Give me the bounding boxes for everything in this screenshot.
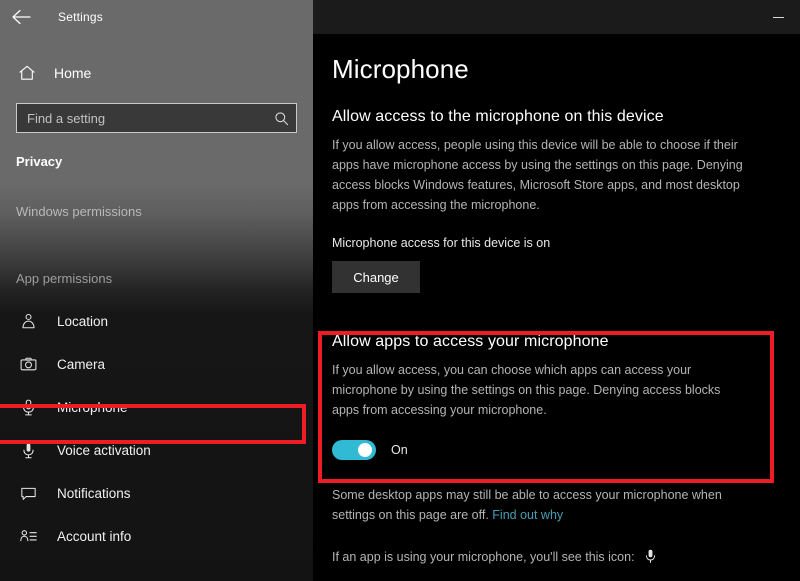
sidebar-item-label: Location (57, 314, 108, 329)
title-bar-left: Settings (0, 0, 313, 34)
device-access-status: Microphone access for this device is on (332, 236, 800, 250)
search-icon[interactable] (270, 104, 296, 132)
icon-note-text: If an app is using your microphone, you'… (332, 550, 635, 564)
find-out-why-link[interactable]: Find out why (492, 508, 563, 522)
minimize-button[interactable] (756, 0, 800, 34)
window-controls (756, 0, 800, 34)
allow-apps-description: If you allow access, you can choose whic… (332, 360, 744, 420)
sidebar-item-home[interactable]: Home (0, 56, 313, 90)
window-title: Settings (58, 10, 103, 24)
allow-apps-toggle-row: On (332, 440, 800, 460)
sidebar-item-label: Account info (57, 529, 131, 544)
sidebar-item-label: Notifications (57, 486, 131, 501)
sidebar-item-voice-activation[interactable]: Voice activation (0, 429, 313, 472)
device-access-heading: Allow access to the microphone on this d… (332, 108, 800, 126)
sidebar-item-microphone[interactable]: Microphone (0, 386, 313, 429)
main-content: Microphone Allow access to the microphon… (313, 34, 800, 581)
sidebar-item-label: Voice activation (57, 443, 151, 458)
minimize-icon (773, 17, 784, 18)
voice-wave-icon (16, 439, 40, 463)
sidebar: Home Privacy Windows permissions App per… (0, 34, 313, 581)
microphone-icon (643, 548, 658, 565)
camera-icon (16, 353, 40, 377)
sidebar-item-location[interactable]: Location (0, 300, 313, 343)
sidebar-group-windows-permissions[interactable]: Windows permissions (0, 204, 313, 219)
change-button[interactable]: Change (332, 261, 420, 293)
sidebar-nav-list: Location Camera (0, 300, 313, 558)
icon-note: If an app is using your microphone, you'… (332, 548, 800, 565)
device-access-description: If you allow access, people using this d… (332, 135, 744, 215)
sidebar-item-account-info[interactable]: Account info (0, 515, 313, 558)
allow-apps-heading: Allow apps to access your microphone (332, 333, 800, 351)
toggle-knob (358, 443, 372, 457)
home-icon (16, 62, 38, 84)
page-title: Microphone (332, 54, 800, 85)
sidebar-category-title: Privacy (0, 154, 313, 169)
title-bar: Settings (0, 0, 800, 34)
desktop-apps-footnote: Some desktop apps may still be able to a… (332, 485, 752, 525)
sidebar-item-label: Microphone (57, 400, 128, 415)
account-info-icon (16, 525, 40, 549)
home-label: Home (54, 65, 91, 81)
allow-apps-section: Allow apps to access your microphone If … (332, 333, 800, 460)
sidebar-item-notifications[interactable]: Notifications (0, 472, 313, 515)
settings-window: Settings Home P (0, 0, 800, 581)
sidebar-item-camera[interactable]: Camera (0, 343, 313, 386)
notification-icon (16, 482, 40, 506)
allow-apps-toggle[interactable] (332, 440, 376, 460)
back-arrow-icon[interactable] (0, 0, 42, 34)
allow-apps-toggle-label: On (391, 443, 408, 457)
search-input[interactable] (17, 104, 270, 132)
search-box[interactable] (16, 103, 297, 133)
microphone-icon (16, 396, 40, 420)
location-pin-icon (16, 310, 40, 334)
sidebar-item-label: Camera (57, 357, 105, 372)
sidebar-group-app-permissions[interactable]: App permissions (0, 271, 313, 286)
